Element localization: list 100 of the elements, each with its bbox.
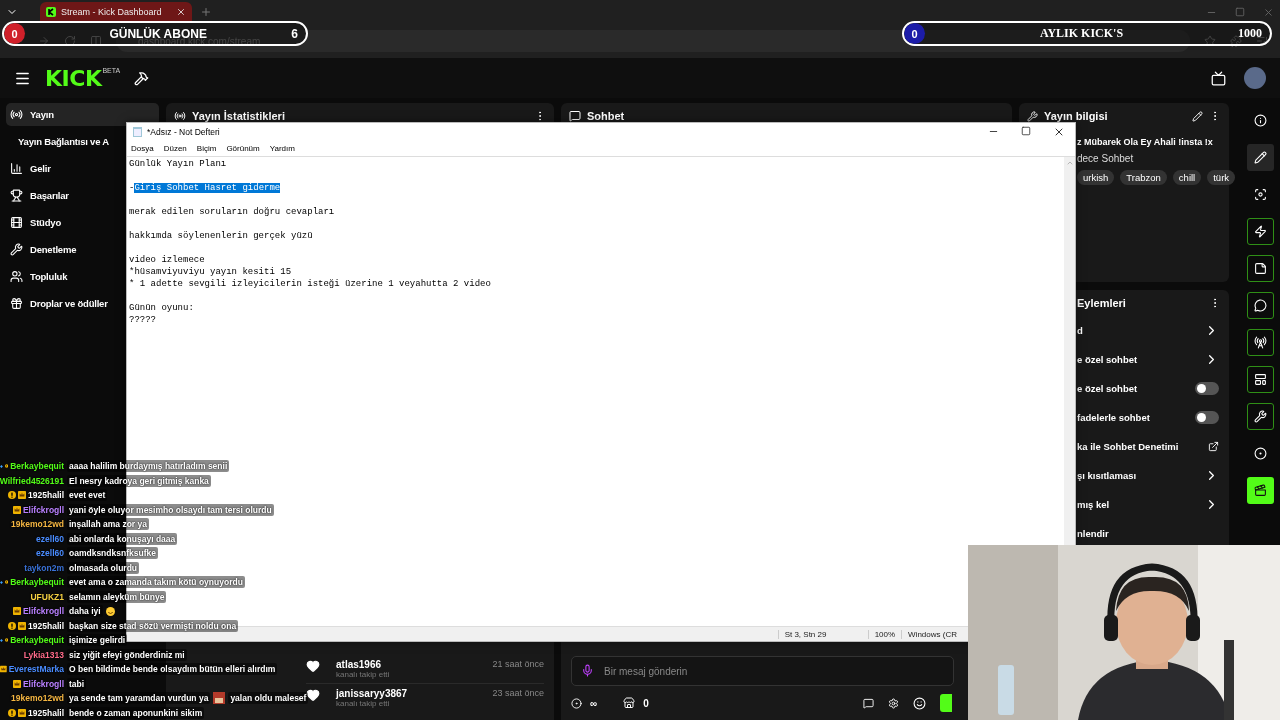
scroll-up-icon xyxy=(1065,159,1074,167)
goal-target: 1000 xyxy=(1238,26,1263,41)
chat-message: bende o zaman aponunkini sikim xyxy=(67,706,205,719)
text-line: video izlemece xyxy=(129,254,206,266)
sidebar-item[interactable]: Gelir xyxy=(6,157,51,180)
text-line: -Giriş Sohbet Hasret giderme xyxy=(129,182,282,194)
media-icon xyxy=(1256,35,1268,47)
lightning-icon xyxy=(1253,225,1267,238)
hammer-icon xyxy=(134,70,150,86)
chat-username: ezell60 xyxy=(36,547,64,560)
goal-label: AYLIK KICK'S xyxy=(1039,26,1124,41)
chat-username: 19kemo12wd xyxy=(11,518,64,531)
stream-category: dece Sohbet xyxy=(1077,153,1135,164)
heart-icon xyxy=(306,659,320,673)
panel-title: Sohbet xyxy=(587,110,626,122)
follower-name: atlas1966 xyxy=(336,659,383,670)
microphone-icon xyxy=(581,664,594,677)
sidebar-item[interactable]: Stüdyo xyxy=(6,211,61,234)
chat-username: 1925halil xyxy=(28,489,64,502)
broadcast-icon xyxy=(174,110,186,122)
text-line: * 1 adette sevgili izleyicilerin isteği üzerine 1 veyahutta 2 video xyxy=(129,278,492,290)
pencil-icon xyxy=(1253,151,1267,164)
rail-button[interactable] xyxy=(1246,366,1274,393)
message-field[interactable]: Bir mesaj gönderin xyxy=(571,656,954,686)
notepad-icon xyxy=(133,127,142,137)
menu-item[interactable]: Biçim xyxy=(196,144,217,153)
stream-title: z Mübarek Ola Ey Ahali !insta !x xyxy=(1077,137,1213,147)
close-icon xyxy=(1263,6,1274,18)
menu-item[interactable]: Görünüm xyxy=(226,144,260,153)
text-line: hakkımda söylenenlerin gerçek yüzü xyxy=(129,230,314,242)
gift-icon xyxy=(10,297,23,310)
tv-icon xyxy=(1211,70,1226,86)
text-line: merak edilen soruların doğru cevapları xyxy=(129,206,336,218)
chat-message: oamdksndksnfksufke xyxy=(67,547,158,560)
menu-item[interactable]: Yardım xyxy=(269,144,295,153)
follower-name: janissaryy3867 xyxy=(336,688,409,699)
action-label: e özel sohbet xyxy=(1077,354,1139,365)
info-icon xyxy=(1253,114,1267,127)
sidebar-item[interactable]: Yayın Bağlantısı ve A xyxy=(6,130,109,153)
rail-button[interactable] xyxy=(1246,255,1274,282)
users-icon xyxy=(10,270,23,283)
chat-message: daha iyi xyxy=(67,605,103,618)
chat-username: Berkaybequit xyxy=(10,634,64,647)
tag[interactable]: türk xyxy=(1207,170,1236,185)
external-link-icon xyxy=(1208,441,1219,452)
chat-message: yani öyle oluyor mesimho olsaydı tam tersi olurdu xyxy=(67,503,274,516)
wrench-icon xyxy=(10,243,23,256)
panel-title: Yayın bilgisi xyxy=(1044,110,1109,122)
rail-button[interactable] xyxy=(1246,218,1274,245)
panel-title: Yayın İstatistikleri xyxy=(192,110,286,122)
toggle-switch[interactable] xyxy=(1195,411,1219,424)
store-icon xyxy=(623,697,636,709)
action-label: ka ile Sohbet Denetimi xyxy=(1077,441,1180,452)
menu-item[interactable]: Düzen xyxy=(163,144,187,153)
chat-username: Lykia1313 xyxy=(23,648,64,662)
text-line: Günlük Yayın Planı xyxy=(129,158,228,170)
logo[interactable]: KICK xyxy=(45,65,102,91)
settings-icon xyxy=(888,697,899,709)
action-label: mış kel xyxy=(1077,499,1111,510)
action-label: şı kısıtlaması xyxy=(1077,470,1138,481)
panel-title: Eylemleri xyxy=(1077,297,1127,309)
chat-message: El nesry kadroya geri gitmiş kanka xyxy=(67,474,211,487)
toggle-switch[interactable] xyxy=(1195,382,1219,395)
sidebar-item[interactable]: Başarılar xyxy=(6,184,69,207)
action-label: nlendir xyxy=(1077,528,1110,539)
film-icon xyxy=(10,216,23,229)
tag[interactable]: urkish xyxy=(1077,170,1115,185)
sidebar-item[interactable]: Droplar ve ödüller xyxy=(6,292,108,315)
dots-icon xyxy=(1253,447,1267,460)
chat-message: O ben bildimde bende olsaydım bütün elleri alırdım xyxy=(67,663,278,676)
tag[interactable]: Trabzon xyxy=(1120,170,1167,185)
chat-username: Berkaybequit xyxy=(10,576,64,589)
chat-username: Wilfried4526191 xyxy=(0,474,64,488)
avatar[interactable] xyxy=(1244,67,1266,89)
sidebar-item[interactable]: Denetleme xyxy=(6,238,77,261)
text-line: Günün oyunu: xyxy=(129,302,195,314)
trophy-icon xyxy=(10,189,23,202)
rail-button[interactable] xyxy=(1246,144,1274,171)
follow-time: 23 saat önce xyxy=(492,688,544,698)
chat-message: evet evet xyxy=(67,489,108,502)
extensions-icon xyxy=(1230,35,1242,47)
clapperboard-icon xyxy=(1253,484,1267,497)
chat-username: Elifckrogll xyxy=(22,677,64,691)
rail-button[interactable] xyxy=(1246,292,1274,319)
sidebar-item[interactable]: Topluluk xyxy=(6,265,68,288)
pencil-icon xyxy=(1192,110,1203,122)
tag[interactable]: chill xyxy=(1172,170,1202,185)
rail-button[interactable] xyxy=(1246,477,1274,504)
menu-item[interactable]: Dosya xyxy=(131,144,154,153)
rail-button[interactable] xyxy=(1246,403,1274,430)
layout-icon xyxy=(1253,373,1267,386)
rail-button[interactable] xyxy=(1246,329,1274,356)
maximize-icon xyxy=(1021,126,1031,136)
browser-tab[interactable]: Stream - Kick Dashboard xyxy=(40,2,192,22)
new-tab-icon xyxy=(200,6,212,18)
chat-username: Elifckrogll xyxy=(22,605,64,618)
chat-username: 1925halil xyxy=(28,619,64,633)
close-icon xyxy=(176,7,186,17)
chat-icon xyxy=(1253,299,1267,312)
sidebar-item[interactable]: Yayın xyxy=(6,103,159,126)
